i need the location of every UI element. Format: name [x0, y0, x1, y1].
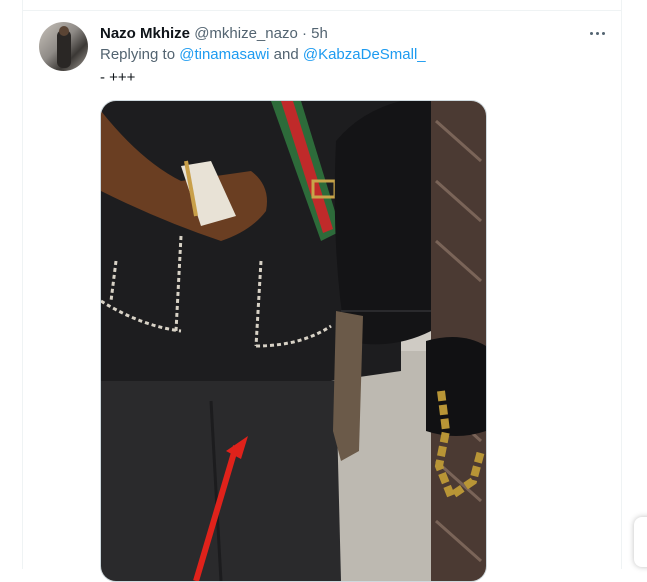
avatar[interactable] — [39, 22, 88, 71]
tweet-photo[interactable] — [100, 100, 487, 582]
mention-kabzadesmall[interactable]: @KabzaDeSmall_ — [303, 46, 426, 63]
tweet-divider — [22, 10, 622, 11]
avatar-head — [59, 26, 69, 36]
replying-to-line: Replying to @tinamasawi and @KabzaDeSmal… — [100, 45, 426, 65]
display-name[interactable]: Nazo Mkhize — [100, 25, 190, 42]
tweet-timestamp[interactable]: 5h — [311, 25, 328, 42]
photo-illustration — [101, 101, 486, 581]
separator-dot: · — [301, 25, 307, 42]
user-handle[interactable]: @mkhize_nazo — [194, 25, 298, 42]
tweet-header: Nazo Mkhize @mkhize_nazo · 5h — [100, 24, 328, 44]
timeline-left-border — [22, 0, 23, 569]
mention-joiner: and — [269, 46, 303, 63]
more-horizontal-icon — [588, 31, 606, 35]
corner-widget — [634, 517, 647, 567]
mention-tinamasawi[interactable]: @tinamasawi — [179, 46, 269, 63]
more-options-button[interactable] — [584, 22, 610, 44]
replying-to-label: Replying to — [100, 46, 180, 63]
tweet-text: - +++ — [100, 69, 136, 86]
timeline-right-border — [621, 0, 622, 569]
